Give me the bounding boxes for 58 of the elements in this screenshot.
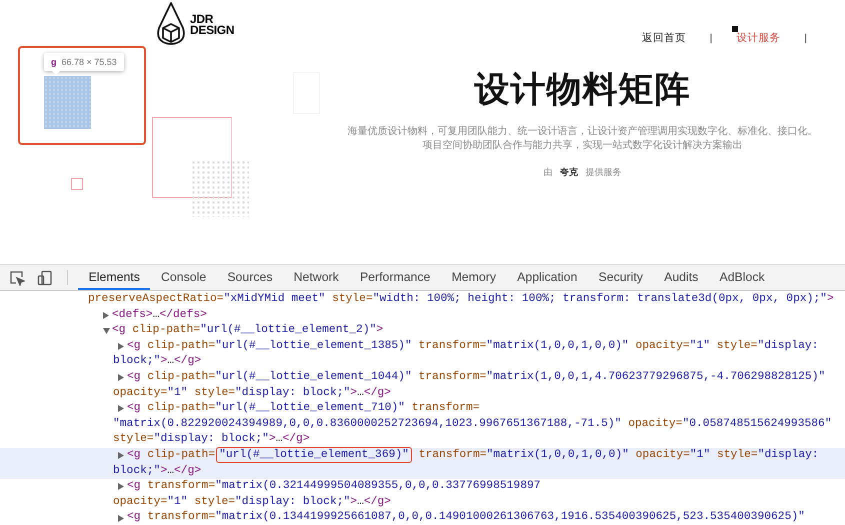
- code-line: block;">…</g>: [113, 354, 202, 370]
- logo-text: JDR: [190, 14, 214, 25]
- devtools-tab[interactable]: Security: [588, 265, 654, 290]
- code-line: preserveAspectRatio="xMidYMid meet" style="width: 100%; height: 100%; transform: translate3d(0px, 0px, 0px);">: [88, 292, 834, 307]
- code-line: opacity="1" style="display: block;">…</g>: [113, 386, 391, 401]
- devtools-tab[interactable]: Application: [506, 265, 588, 290]
- tag-name: g: [51, 57, 56, 67]
- tree-node[interactable]: <defs>…</defs>: [0, 308, 845, 324]
- devtools-tab[interactable]: Memory: [440, 265, 507, 290]
- nav-link[interactable]: 设计服务: [736, 31, 780, 45]
- tree-node[interactable]: <g transform="matrix(0.32144999504089355,0,0,0.33776998519897 opacity="1" style="display: block;">…</g>: [0, 479, 845, 510]
- devtools-tab[interactable]: Audits: [654, 265, 709, 290]
- devtools-tab[interactable]: Sources: [216, 265, 284, 290]
- devtools-tab[interactable]: Performance: [349, 265, 441, 290]
- small-square-decoration: [71, 178, 83, 190]
- devtools-tab[interactable]: Network: [283, 265, 350, 290]
- square-marker-icon: [732, 26, 738, 32]
- tree-node[interactable]: <g clip-path= "url(#__lottie_element_369)" transform="matrix(1,0,0,1,0,0)" opacity="1" style="display: block;">…</g>: [0, 448, 845, 480]
- tree-node[interactable]: <g clip-path="url(#__lottie_element_710)" transform= "matrix(0.822920024394989,0,0,0.8360000252723694,1023.9967651367188,-71.5)" opacity="0.058748515624993586" style="display: block;">…</g>: [0, 401, 845, 448]
- triangle-right-icon[interactable]: [118, 483, 124, 490]
- tree-node[interactable]: <g clip-path="url(#__lottie_element_1385)" transform="matrix(1,0,0,1,0,0)" opacity="1" style="display: block;">…</g>: [0, 338, 845, 370]
- code-line: <g transform="matrix(0.1344199925661087,0,0,0.14901000261306763,1916.535400390625,523.535400390625)": [127, 510, 805, 525]
- element-highlight: [44, 76, 91, 129]
- code-line: block;">…</g>: [113, 464, 202, 479]
- credit-text: 由 夸克 提供服务: [543, 166, 622, 179]
- triangle-right-icon[interactable]: [118, 452, 124, 460]
- tree-node[interactable]: <g clip-path="url(#__lottie_element_2)">: [0, 323, 845, 339]
- tree-node[interactable]: preserveAspectRatio="xMidYMid meet" style="width: 100%; height: 100%; transform: translate3d(0px, 0px, 0px);">: [0, 292, 845, 308]
- triangle-right-icon[interactable]: [118, 374, 124, 382]
- triangle-right-icon[interactable]: [118, 405, 124, 412]
- code-line: <g clip-path="url(#__lottie_element_1385)" transform="matrix(1,0,0,1,0,0)" opacity="1" style="display:: [127, 338, 818, 354]
- devtools-tab[interactable]: AdBlock: [708, 265, 776, 290]
- code-line: <g clip-path="url(#__lottie_element_1044)" transform="matrix(1,0,0,1,4.70623779296875,-4.706298828125)": [127, 370, 826, 385]
- devtools-tab[interactable]: Console: [150, 265, 217, 290]
- triangle-right-icon[interactable]: [118, 514, 124, 522]
- drop-cube-logo-icon: [155, 2, 187, 46]
- nav-separator: |: [710, 32, 712, 44]
- triangle-down-icon[interactable]: [103, 328, 110, 334]
- code-line: <g clip-path= "url(#__lottie_element_369)" transform="matrix(1,0,0,1,0,0)" opacity="1" style="display:: [127, 448, 819, 464]
- triangle-right-icon[interactable]: [103, 312, 109, 319]
- tree-node[interactable]: <g clip-path="url(#__lottie_element_1044)" transform="matrix(1,0,0,1,4.70623779296875,-4.706298828125)" opacity="1" style="display: block;">…</g>: [0, 370, 845, 402]
- code-line: <g clip-path="url(#__lottie_element_710)" transform=: [127, 401, 480, 416]
- hero-title: 设计物料矩阵: [474, 69, 690, 111]
- dot-grid-decoration: [191, 160, 249, 217]
- code-line: <g clip-path="url(#__lottie_element_2)">: [112, 323, 384, 338]
- tree-node[interactable]: <g transform="matrix(0.1344199925661087,0,0,0.14901000261306763,1916.535400390625,523.535400390625)": [0, 510, 845, 525]
- logo-text: DESIGN: [190, 25, 234, 36]
- code-line: style="display: block;">…</g>: [113, 432, 310, 448]
- devtools-tab[interactable]: Elements: [78, 265, 150, 290]
- code-line: opacity="1" style="display: block;">…</g>: [113, 494, 391, 510]
- code-line: "matrix(0.822920024394989,0,0,0.8360000252723694,1023.9967651367188,-71.5)" opacity="0.058748515624993586": [113, 416, 832, 432]
- code-line: <g transform="matrix(0.32144999504089355,0,0,0.33776998519897: [127, 479, 541, 494]
- triangle-right-icon[interactable]: [118, 343, 124, 350]
- nav-link[interactable]: 返回首页: [642, 31, 686, 45]
- nav-separator: |: [804, 32, 807, 44]
- hero-description: 海量优质设计物料，可复用团队能力、统一设计语言，让设计资产管理调用实现数字化、标准化、接口化。 项目空间协助团队合作与能力共享，实现一站式数字化设计解决方案输出: [348, 125, 818, 153]
- size-text: 66.78 × 75.53: [62, 57, 117, 67]
- code-line: <defs>…</defs>: [112, 308, 207, 323]
